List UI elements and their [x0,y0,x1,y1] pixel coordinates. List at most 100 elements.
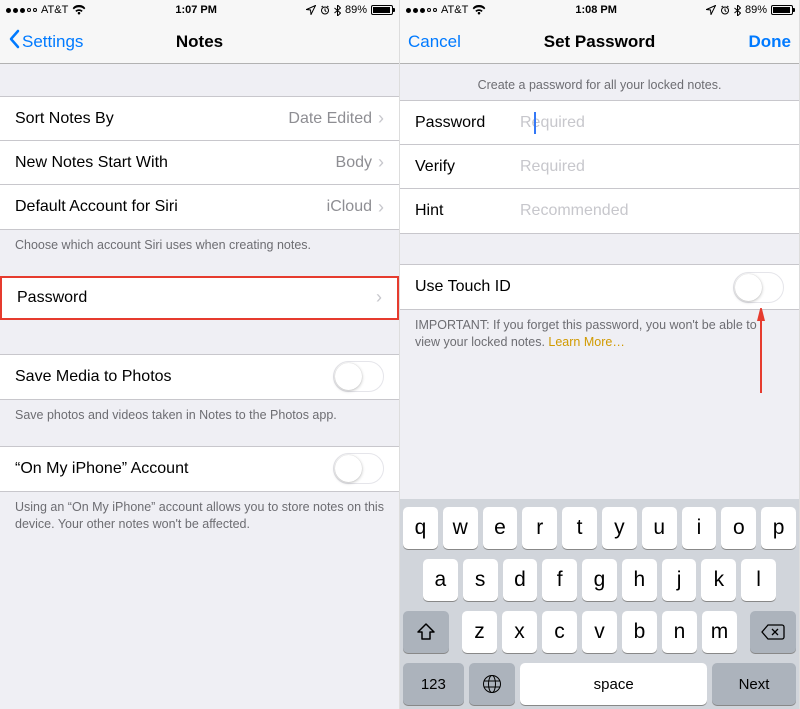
group-password-fields: Password Verify Hint [400,100,799,234]
globe-key[interactable] [469,663,516,705]
row-label: Use Touch ID [415,278,511,296]
key-o[interactable]: o [721,507,756,549]
backspace-key[interactable] [750,611,796,653]
text-caret [534,112,536,134]
field-label: Password [415,114,510,132]
group-on-my-iphone: “On My iPhone” Account [0,446,399,492]
learn-more-link[interactable]: Learn More… [548,335,624,349]
group-save-media: Save Media to Photos [0,354,399,400]
chevron-left-icon [8,29,20,54]
back-label: Settings [22,32,83,52]
group-touch-id: Use Touch ID [400,264,799,310]
key-e[interactable]: e [483,507,518,549]
key-c[interactable]: c [542,611,577,653]
key-b[interactable]: b [622,611,657,653]
alarm-icon [720,5,730,15]
row-label: Sort Notes By [15,110,114,128]
row-value: iCloud [327,198,372,216]
carrier-label: AT&T [41,4,68,16]
done-button[interactable]: Done [749,32,792,52]
on-my-iphone-toggle[interactable] [333,453,384,484]
carrier-label: AT&T [441,4,468,16]
left-screen: AT&T 1:07 PM 89% Settings [0,0,400,709]
row-save-media: Save Media to Photos [0,355,399,399]
battery-icon [371,5,393,15]
field-label: Verify [415,158,510,176]
touch-id-toggle[interactable] [733,272,784,303]
footer-siri: Choose which account Siri uses when crea… [0,230,399,262]
password-input[interactable] [520,114,784,132]
chevron-right-icon: › [376,287,382,308]
key-w[interactable]: w [443,507,478,549]
save-media-toggle[interactable] [333,361,384,392]
key-k[interactable]: k [701,559,736,601]
footer-on-my-iphone: Using an “On My iPhone” account allows y… [0,492,399,541]
row-hint-input[interactable]: Hint [400,189,799,233]
status-bar: AT&T 1:08 PM 89% [400,0,799,20]
nav-bar: Cancel Set Password Done [400,20,799,64]
bluetooth-icon [334,5,341,16]
status-bar: AT&T 1:07 PM 89% [0,0,399,20]
key-p[interactable]: p [761,507,796,549]
verify-input[interactable] [520,158,784,176]
back-button[interactable]: Settings [8,29,83,54]
alarm-icon [320,5,330,15]
row-default-siri[interactable]: Default Account for Siri iCloud › [0,185,399,229]
row-value: Date Edited [288,110,372,128]
key-s[interactable]: s [463,559,498,601]
header-instruction: Create a password for all your locked no… [400,64,799,100]
key-u[interactable]: u [642,507,677,549]
field-label: Hint [415,202,510,220]
group-general: Sort Notes By Date Edited › New Notes St… [0,96,399,230]
keyboard-row-3: zxcvbnm [403,611,796,653]
bluetooth-icon [734,5,741,16]
right-screen: AT&T 1:08 PM 89% Cancel Set Password Don… [400,0,800,709]
keyboard-row-4: 123 space Next [403,663,796,705]
key-f[interactable]: f [542,559,577,601]
key-z[interactable]: z [462,611,497,653]
row-label: Password [17,289,87,307]
row-password-input[interactable]: Password [400,101,799,145]
group-password: Password › [0,276,399,320]
chevron-right-icon: › [378,152,384,173]
key-a[interactable]: a [423,559,458,601]
key-j[interactable]: j [662,559,697,601]
hint-input[interactable] [520,202,784,220]
key-h[interactable]: h [622,559,657,601]
key-q[interactable]: q [403,507,438,549]
row-verify-input[interactable]: Verify [400,145,799,189]
footer-save-media: Save photos and videos taken in Notes to… [0,400,399,432]
clock-label: 1:08 PM [575,4,617,16]
key-r[interactable]: r [522,507,557,549]
row-start-with[interactable]: New Notes Start With Body › [0,141,399,185]
nav-bar: Settings Notes [0,20,399,64]
clock-label: 1:07 PM [175,4,217,16]
numbers-key[interactable]: 123 [403,663,464,705]
shift-key[interactable] [403,611,449,653]
row-password[interactable]: Password › [0,276,399,320]
key-n[interactable]: n [662,611,697,653]
keyboard-row-1: qwertyuiop [403,507,796,549]
key-t[interactable]: t [562,507,597,549]
key-v[interactable]: v [582,611,617,653]
battery-icon [771,5,793,15]
row-value: Body [336,154,372,172]
location-icon [306,5,316,15]
battery-pct: 89% [345,4,367,16]
key-l[interactable]: l [741,559,776,601]
keyboard: qwertyuiop asdfghjkl zxcvbnm 123 space N… [400,499,799,709]
chevron-right-icon: › [378,108,384,129]
cancel-button[interactable]: Cancel [408,32,461,52]
location-icon [706,5,716,15]
key-y[interactable]: y [602,507,637,549]
key-x[interactable]: x [502,611,537,653]
row-sort-notes[interactable]: Sort Notes By Date Edited › [0,97,399,141]
key-d[interactable]: d [503,559,538,601]
next-key[interactable]: Next [712,663,796,705]
row-touch-id: Use Touch ID [400,265,799,309]
key-i[interactable]: i [682,507,717,549]
signal-dots-icon [406,8,437,13]
key-g[interactable]: g [582,559,617,601]
space-key[interactable]: space [520,663,707,705]
key-m[interactable]: m [702,611,737,653]
